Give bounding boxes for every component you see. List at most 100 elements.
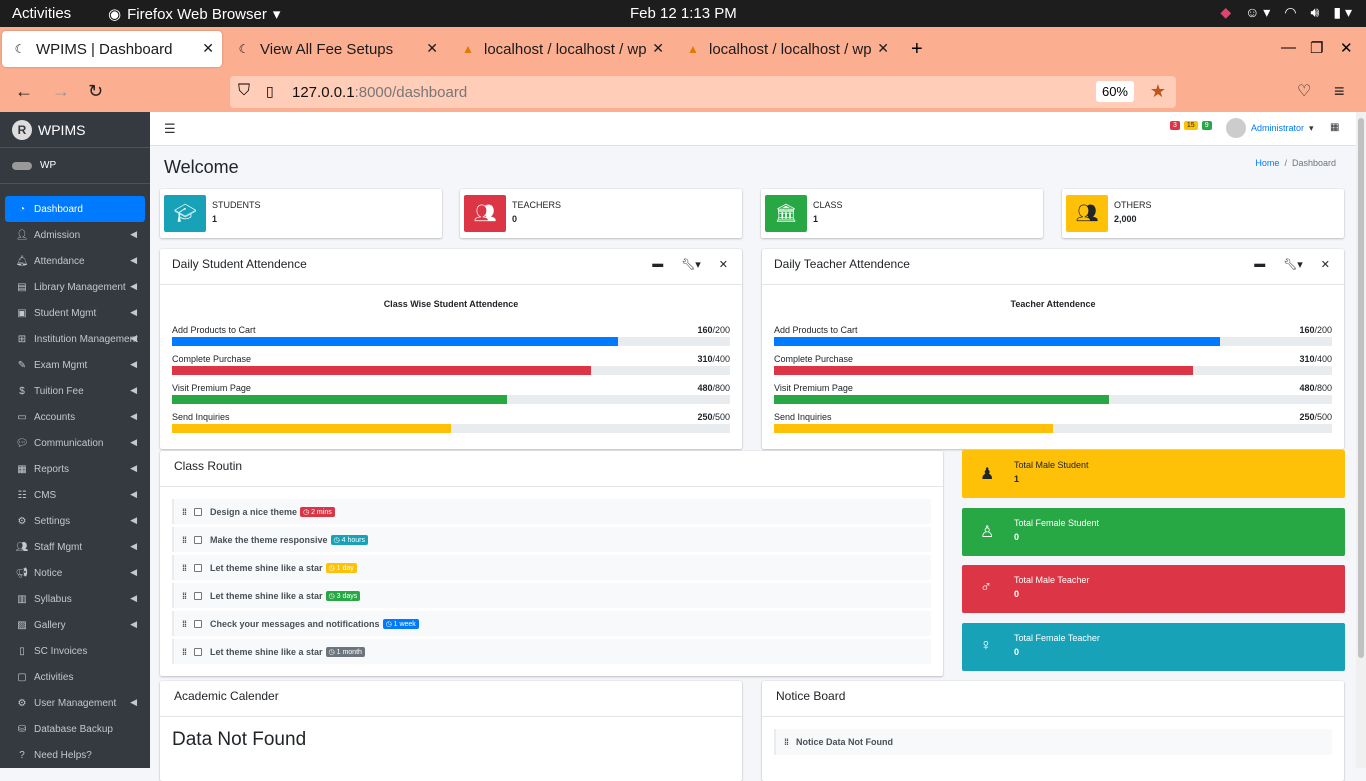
close-icon[interactable]: ✕ bbox=[426, 40, 438, 57]
sidebar-item-staff-mgmt[interactable]: 👥︎ Staff Mgmt ◀ bbox=[5, 534, 145, 560]
todo-checkbox[interactable] bbox=[194, 563, 202, 572]
minus-icon[interactable]: ▬ bbox=[652, 258, 663, 271]
close-window-button[interactable]: ✕ bbox=[1340, 39, 1353, 57]
university-icon: 🏛︎ bbox=[765, 195, 807, 232]
drag-handle-icon[interactable]: ⁞⁞ bbox=[182, 647, 187, 657]
new-tab-button[interactable]: + bbox=[911, 38, 923, 61]
wrench-icon[interactable]: 🔧︎▾ bbox=[681, 258, 701, 271]
drag-handle-icon[interactable]: ⁞⁞ bbox=[182, 619, 187, 629]
close-icon[interactable]: ✕ bbox=[652, 40, 664, 57]
brand-link[interactable]: R WPIMS bbox=[0, 112, 150, 148]
maximize-button[interactable]: ❐ bbox=[1310, 39, 1323, 57]
card-title: Daily Teacher Attendence bbox=[774, 257, 910, 271]
sidebar-item-attendance[interactable]: 🔔︎ Attendance ◀ bbox=[5, 248, 145, 274]
tab-fee-setups[interactable]: ☾ View All Fee Setups ✕ bbox=[226, 31, 446, 67]
close-icon[interactable]: ✕ bbox=[719, 258, 728, 271]
wrench-icon[interactable]: 🔧︎▾ bbox=[1283, 258, 1303, 271]
user-dropdown[interactable]: Administrator ▾ bbox=[1226, 118, 1314, 138]
reload-button[interactable]: ↻ bbox=[88, 81, 103, 102]
sidebar-item-institution-management[interactable]: ⊞ Institution Management ◀ bbox=[5, 326, 145, 352]
url-bar[interactable]: ⛉ ▯ 127.0.0.1:8000/dashboard 60% ★ bbox=[230, 76, 1176, 108]
sidebar-item-cms[interactable]: ☷ CMS ◀ bbox=[5, 482, 145, 508]
shield-icon[interactable]: ⛉ bbox=[238, 82, 250, 100]
forward-button[interactable]: → bbox=[52, 81, 70, 102]
time-badge-text: 1 week bbox=[393, 620, 416, 628]
notification-badge[interactable]: 3 bbox=[1170, 121, 1180, 130]
page-scrollbar[interactable] bbox=[1356, 112, 1366, 768]
breadcrumb-home[interactable]: Home bbox=[1255, 158, 1279, 168]
sidebar-item-syllabus[interactable]: ▥ Syllabus ◀ bbox=[5, 586, 145, 612]
tab-phpmyadmin-2[interactable]: ▲ localhost / localhost / wp ✕ bbox=[675, 31, 897, 67]
notification-badge[interactable]: 9 bbox=[1201, 121, 1212, 130]
activity-icon: ▢ bbox=[17, 671, 27, 683]
sidebar-item-reports[interactable]: ▦ Reports ◀ bbox=[5, 456, 145, 482]
sidebar-item-communication[interactable]: 💬︎ Communication ◀ bbox=[5, 430, 145, 456]
accessibility-icon[interactable]: ☺ ▾ bbox=[1245, 4, 1270, 21]
sidebar-item-sc-invoices[interactable]: ▯ SC Invoices bbox=[5, 638, 145, 664]
todo-checkbox[interactable] bbox=[194, 591, 202, 600]
sidebar-item-tuition-fee[interactable]: $ Tuition Fee ◀ bbox=[5, 378, 145, 404]
pocket-icon[interactable]: ♡ bbox=[1297, 81, 1311, 101]
back-button[interactable]: ← bbox=[15, 81, 33, 102]
page-icon[interactable]: ▯ bbox=[266, 83, 274, 100]
drag-handle-icon[interactable]: ⁞⁞ bbox=[784, 737, 789, 747]
sidebar-item-dashboard[interactable]: ◔ Dashboard bbox=[5, 196, 145, 222]
sidebar-item-notice[interactable]: 📢︎ Notice ◀ bbox=[5, 560, 145, 586]
app-menu[interactable]: ◉ Firefox Web Browser ▾ bbox=[108, 5, 280, 24]
drag-handle-icon[interactable]: ⁞⁞ bbox=[182, 563, 187, 573]
clock[interactable]: Feb 12 1:13 PM bbox=[630, 5, 737, 22]
todo-checkbox[interactable] bbox=[194, 619, 202, 628]
progress-group: Complete Purchase 310/400 bbox=[172, 346, 730, 375]
info-box-value: 1 bbox=[212, 214, 218, 224]
hamburger-menu-icon[interactable]: ☰ bbox=[164, 121, 176, 137]
sidebar-item-exam-mgmt[interactable]: ✎ Exam Mgmt ◀ bbox=[5, 352, 145, 378]
sidebar-item-label: Notice bbox=[34, 567, 63, 579]
minus-icon[interactable]: ▬ bbox=[1254, 258, 1265, 271]
wifi-icon: ◠ bbox=[1284, 4, 1297, 20]
zoom-level[interactable]: 60% bbox=[1095, 81, 1134, 102]
sidebar-item-student-mgmt[interactable]: ▣ Student Mgmt ◀ bbox=[5, 300, 145, 326]
todo-checkbox[interactable] bbox=[194, 647, 202, 656]
sidebar-item-activities[interactable]: ▢ Activities bbox=[5, 664, 145, 690]
time-badge-text: 4 hours bbox=[341, 536, 365, 544]
user-name: Administrator bbox=[1251, 123, 1305, 133]
sidebar-item-need-helps[interactable]: ? Need Helps? bbox=[5, 742, 145, 768]
sidebar-item-user-management[interactable]: ⚙ User Management ◀ bbox=[5, 690, 145, 716]
activities-button[interactable]: Activities bbox=[12, 5, 71, 22]
class-routine-card: Class Routin ⁞⁞ Design a nice theme ◷ 2 mi… bbox=[160, 451, 943, 676]
app-indicator-icon[interactable]: ◆ bbox=[1220, 4, 1231, 21]
drag-handle-icon[interactable]: ⁞⁞ bbox=[182, 535, 187, 545]
progress-total: /800 bbox=[1314, 383, 1332, 393]
sidebar-item-settings[interactable]: ⚙ Settings ◀ bbox=[5, 508, 145, 534]
tab-phpmyadmin-1[interactable]: ▲ localhost / localhost / wp ✕ bbox=[450, 31, 672, 67]
hamburger-menu-icon[interactable]: ≡ bbox=[1334, 81, 1345, 102]
close-icon[interactable]: ✕ bbox=[202, 40, 214, 57]
money-icon: $ bbox=[19, 385, 25, 397]
bookmark-star-icon[interactable]: ★ bbox=[1150, 81, 1166, 102]
stat-label: Total Female Student bbox=[1014, 518, 1100, 528]
minimize-button[interactable]: — bbox=[1281, 39, 1296, 56]
todo-checkbox[interactable] bbox=[194, 507, 202, 516]
stat-value: 1 bbox=[1014, 474, 1020, 484]
notification-badge[interactable]: 15 bbox=[1183, 121, 1198, 130]
scrollbar-thumb[interactable] bbox=[1358, 118, 1364, 658]
close-icon[interactable]: ✕ bbox=[1321, 258, 1330, 271]
tab-dashboard[interactable]: ☾ WPIMS | Dashboard ✕ bbox=[2, 31, 222, 67]
system-tray[interactable]: ◆ ☺ ▾ ◠ 🔊︎ ▮ ▾ bbox=[1220, 4, 1352, 21]
todo-checkbox[interactable] bbox=[194, 535, 202, 544]
sidebar-item-admission[interactable]: 👤︎ Admission ◀ bbox=[5, 222, 145, 248]
drag-handle-icon[interactable]: ⁞⁞ bbox=[182, 591, 187, 601]
close-icon[interactable]: ✕ bbox=[877, 40, 889, 57]
drag-handle-icon[interactable]: ⁞⁞ bbox=[182, 507, 187, 517]
caret-left-icon: ◀ bbox=[130, 567, 137, 577]
user-panel[interactable]: WP bbox=[0, 148, 150, 184]
sidebar-item-library-management[interactable]: ▤ Library Management ◀ bbox=[5, 274, 145, 300]
progress-label: Complete Purchase bbox=[774, 354, 854, 364]
url-text[interactable]: 127.0.0.1:8000/dashboard bbox=[292, 84, 467, 101]
sidebar-item-gallery[interactable]: ▨ Gallery ◀ bbox=[5, 612, 145, 638]
grid-icon[interactable]: ▦ bbox=[1330, 122, 1339, 133]
sidebar-item-accounts[interactable]: ▭ Accounts ◀ bbox=[5, 404, 145, 430]
male-icon: ♟ bbox=[980, 466, 995, 483]
caret-left-icon: ◀ bbox=[130, 541, 137, 551]
sidebar-item-database-backup[interactable]: ⛁ Database Backup bbox=[5, 716, 145, 742]
